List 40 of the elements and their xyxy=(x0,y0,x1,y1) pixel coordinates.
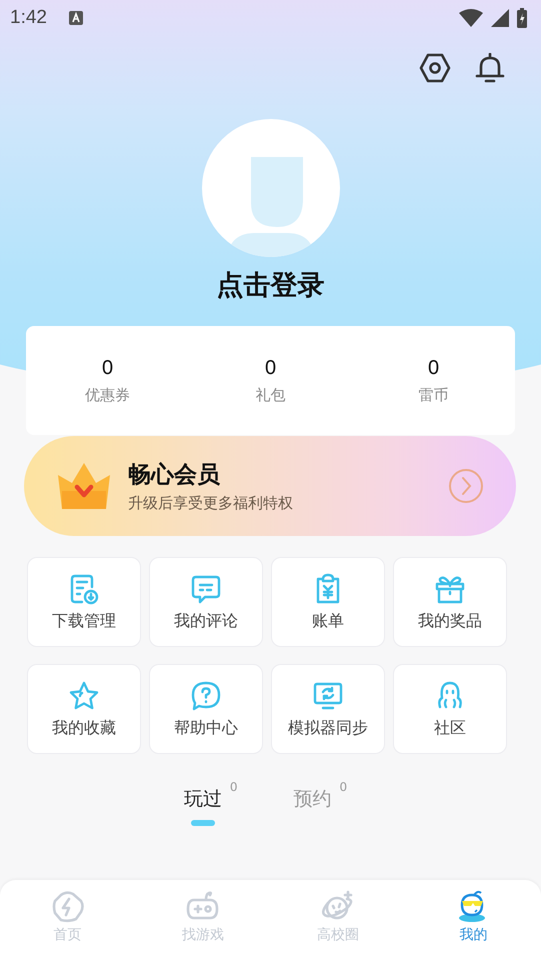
shortcut-tile[interactable]: 我的奖品 xyxy=(393,557,507,647)
shortcut-tile[interactable]: 账单 xyxy=(271,557,385,647)
tab-indicator xyxy=(190,820,215,826)
shortcut-label: 账单 xyxy=(312,610,344,632)
question-bubble-icon xyxy=(190,680,222,712)
wifi-icon xyxy=(459,9,483,27)
vip-banner[interactable]: 畅心会员 升级后享受更多福利特权 xyxy=(24,436,516,536)
stat-label[interactable]: 优惠券 xyxy=(85,386,130,404)
vip-title: 畅心会员 xyxy=(128,461,221,490)
shortcut-label: 我的奖品 xyxy=(418,610,482,632)
shortcut-tile[interactable]: 下载管理 xyxy=(27,557,141,647)
shortcut-tile[interactable]: 我的收藏 xyxy=(27,664,141,754)
bolt-badge-icon xyxy=(50,890,85,924)
stat-value[interactable]: 0 xyxy=(428,356,440,380)
shortcut-tile[interactable]: 帮助中心 xyxy=(149,664,263,754)
document-download-icon xyxy=(68,572,100,604)
battery-icon xyxy=(517,8,527,28)
notification-bell-icon[interactable] xyxy=(475,53,505,83)
crown-icon xyxy=(56,461,112,511)
stat-label[interactable]: 雷币 xyxy=(418,386,448,404)
shortcut-label: 我的收藏 xyxy=(52,718,116,738)
shortcut-tile[interactable]: 模拟器同步 xyxy=(271,664,385,754)
stat-label[interactable]: 礼包 xyxy=(256,386,286,404)
vip-subtitle: 升级后享受更多福利特权 xyxy=(128,494,294,513)
signal-icon xyxy=(491,9,509,27)
nav-tab[interactable]: 我的 xyxy=(406,880,541,961)
keyboard-notification-icon xyxy=(68,11,83,25)
shortcut-label: 社区 xyxy=(434,718,466,738)
shortcut-label: 我的评论 xyxy=(174,610,238,632)
status-time: 1:42 xyxy=(10,7,47,29)
shortcut-tile[interactable]: 我的评论 xyxy=(149,557,263,647)
star-icon xyxy=(68,680,100,712)
shortcut-label: 下载管理 xyxy=(52,610,116,632)
login-link[interactable]: 点击登录 xyxy=(216,266,324,306)
shortcut-label: 模拟器同步 xyxy=(288,718,368,738)
settings-icon[interactable] xyxy=(419,53,451,83)
shortcut-tile[interactable]: 社区 xyxy=(393,664,507,754)
stat-value[interactable]: 0 xyxy=(102,356,114,380)
shortcut-label: 帮助中心 xyxy=(174,718,238,738)
stat-value[interactable]: 0 xyxy=(264,356,276,380)
